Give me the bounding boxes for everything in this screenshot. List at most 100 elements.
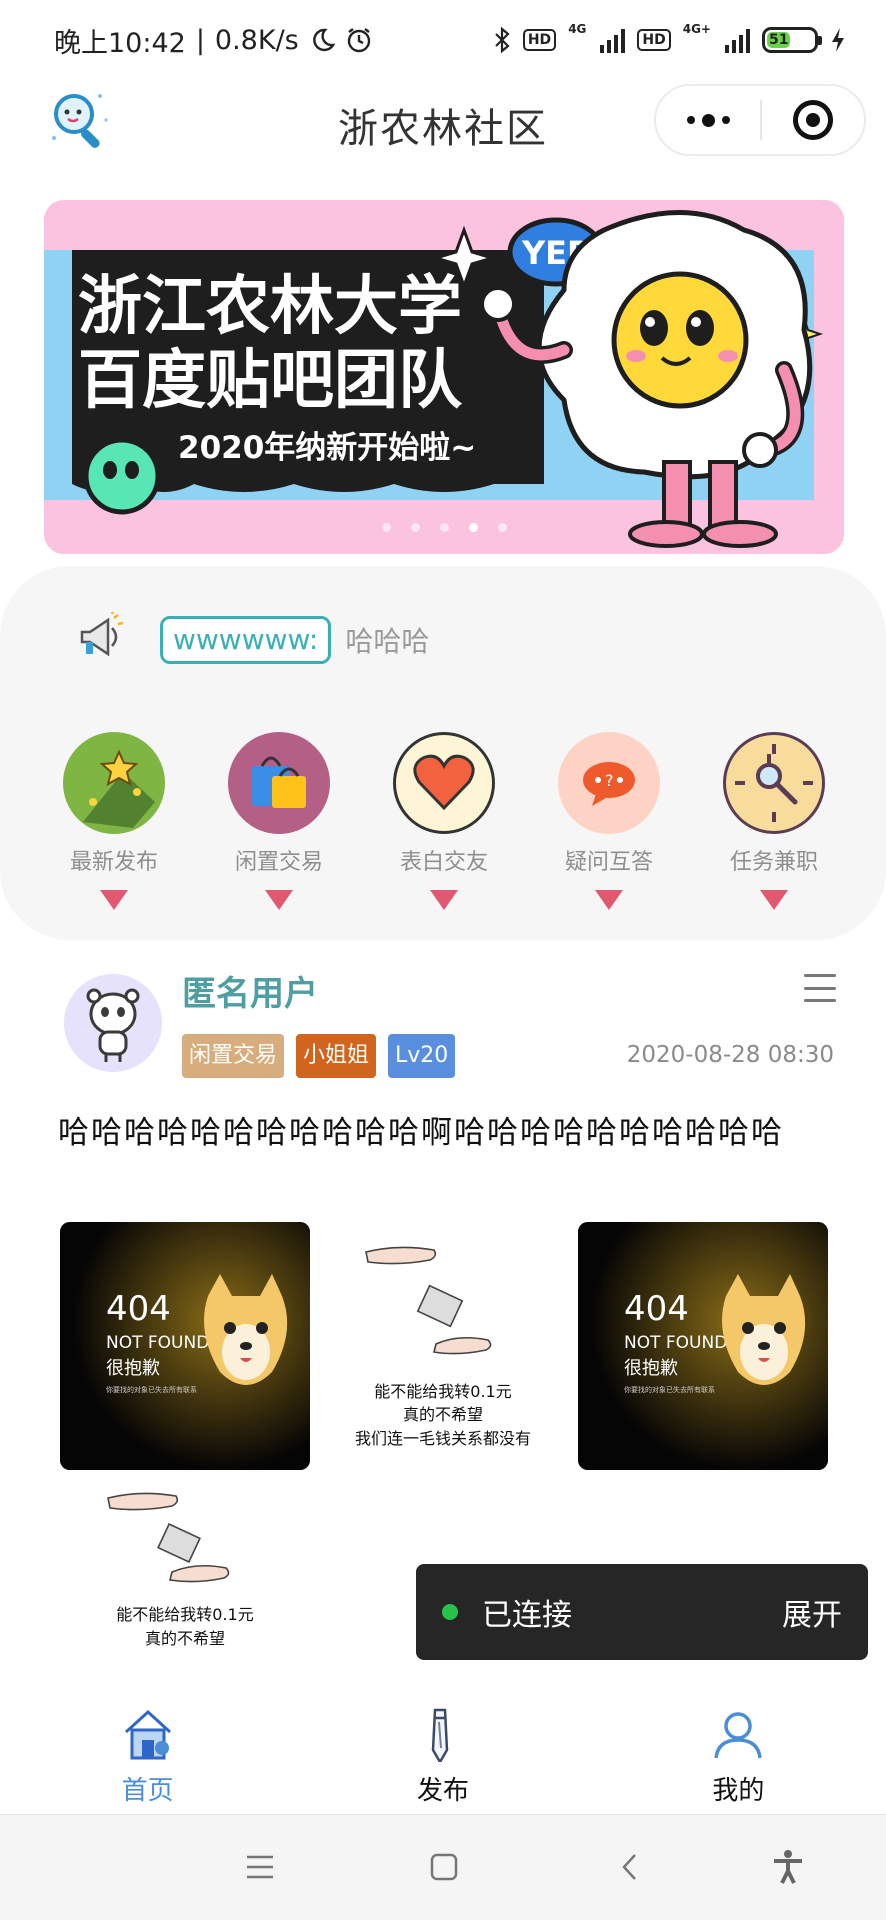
status-time: 晚上10:42 [54,27,186,59]
caret-down-icon [760,890,788,910]
carousel-dot[interactable] [497,523,507,532]
tag-title: 小姐姐 [296,1034,377,1078]
image-line1: 能不能给我转0.1元 [116,1605,253,1624]
battery-icon: 51 [762,27,822,53]
hd-badge: HD [522,29,557,51]
signal-icon-2 [725,27,750,53]
menu-nav-icon[interactable] [238,1845,282,1889]
network-speed: 0.8K/s [214,24,299,56]
category-label: 最新发布 [69,850,158,875]
battery-level: 51 [767,32,791,48]
image-title: 404 [624,1289,689,1329]
clock-magnifier-icon [723,732,825,834]
image-line2: 很抱歉 [106,1358,160,1379]
post-image-transfer[interactable]: 能不能给我转0.1元 真的不希望 我们连一毛钱关系都没有 [318,1222,568,1470]
avatar[interactable] [64,974,162,1072]
caret-down-icon [595,890,623,910]
post-image-404[interactable]: 404 NOT FOUND 很抱歉 你要找的对象已失去所有联系 [578,1222,828,1470]
category-qa[interactable]: ? 疑问互答 [539,732,679,910]
author-name[interactable]: 匿名用户 [182,966,318,1015]
signal-icon [600,27,626,53]
tab-mine[interactable]: 我的 [591,1694,886,1814]
image-line3: 你要找的对象已失去所有联系 [106,1385,197,1394]
category-latest[interactable]: 最新发布 [44,732,184,910]
image-line2: 真的不希望 [403,1405,483,1424]
category-secondhand[interactable]: 闲置交易 [209,732,349,910]
pencil-icon [415,1706,471,1766]
megaphone-icon [76,610,124,668]
post-tags: 闲置交易 小姐姐 Lv20 [182,1034,456,1078]
tab-label: 发布 [416,1776,469,1806]
shopping-bag-icon [228,732,330,834]
category-label: 任务兼职 [729,850,818,875]
network-type-1: 4G [568,22,587,36]
tab-home[interactable]: 首页 [0,1694,295,1814]
user-icon [710,1706,766,1766]
image-line1: NOT FOUND [624,1333,727,1353]
tag-level: Lv20 [388,1034,456,1078]
back-nav-icon[interactable] [608,1845,652,1889]
image-line3: 我们连一毛钱关系都没有 [355,1429,531,1448]
moon-icon [309,27,335,53]
image-line1: 能不能给我转0.1元 [374,1382,511,1401]
target-icon [792,100,833,140]
image-line2: 真的不希望 [145,1629,225,1648]
chat-bubble-icon: ? [558,732,660,834]
post-image-404[interactable]: 404 NOT FOUND 很抱歉 你要找的对象已失去所有联系 [60,1222,310,1470]
notice-tag: wwwwww: [160,616,332,664]
image-title: 404 [106,1289,171,1329]
category-panel: wwwwww: 哈哈哈 最新发布 闲置交易 表白交友 ? 疑问互答 任务兼职 [0,566,886,940]
accessibility-icon[interactable] [766,1845,810,1889]
category-jobs[interactable]: 任务兼职 [704,732,844,910]
carousel-dot[interactable] [381,523,391,532]
tab-label: 首页 [121,1776,174,1806]
category-label: 闲置交易 [234,850,323,875]
banner-carousel[interactable]: 浙江农林大学 百度贴吧团队 2020年纳新开始啦~ YEP [44,200,844,554]
expand-button[interactable]: 展开 [782,1590,842,1634]
category-label: 表白交友 [399,850,488,875]
heart-icon [393,732,495,834]
mini-program-capsule [654,84,866,156]
category-row: 最新发布 闲置交易 表白交友 ? 疑问互答 任务兼职 [44,732,844,910]
home-icon [120,1706,176,1766]
category-dating[interactable]: 表白交友 [374,732,514,910]
carousel-dot-active[interactable] [468,523,478,532]
status-dot [442,1604,458,1620]
tab-bar: 首页 发布 我的 [0,1694,886,1814]
home-nav-icon[interactable] [422,1845,466,1889]
close-button[interactable] [762,86,864,154]
notice-bar[interactable]: wwwwww: 哈哈哈 [76,610,429,670]
post-image-transfer[interactable]: 能不能给我转0.1元 真的不希望 [60,1478,310,1654]
notice-text: 哈哈哈 [345,625,430,658]
system-nav-bar [0,1814,886,1920]
banner-image: 浙江农林大学 百度贴吧团队 2020年纳新开始啦~ YEP [44,200,844,554]
shooting-star-icon [63,732,165,834]
image-line1: NOT FOUND [106,1333,209,1353]
image-line3: 你要找的对象已失去所有联系 [624,1385,715,1394]
carousel-dot[interactable] [439,523,449,532]
tab-label: 我的 [712,1776,765,1806]
charging-icon [830,27,846,53]
banner-line1: 浙江农林大学 [78,270,462,344]
post-time: 2020-08-28 08:30 [626,1042,834,1068]
more-button[interactable] [656,86,760,154]
alarm-icon [345,26,373,54]
caret-down-icon [100,890,128,910]
carousel-dot[interactable] [410,523,420,532]
banner-line2: 百度贴吧团队 [78,344,463,418]
tab-publish[interactable]: 发布 [295,1694,590,1814]
caret-down-icon [265,890,293,910]
network-type-2: 4G+ [682,22,711,36]
caret-down-icon [430,890,458,910]
hd-badge-2: HD [637,29,671,51]
banner-subtitle: 2020年纳新开始啦~ [178,430,476,466]
connection-status: 已连接 [482,1598,572,1633]
status-bar: 晚上10:42 | 0.8K/s HD 4G HD 4G+ 51 [0,0,886,80]
image-line2: 很抱歉 [624,1358,678,1379]
category-label: 疑问互答 [564,850,653,875]
post-content: 哈哈哈哈哈哈哈哈哈哈哈啊哈哈哈哈哈哈哈哈哈哈 [58,1115,784,1151]
bluetooth-icon [493,26,511,54]
tag-category: 闲置交易 [182,1034,285,1078]
menu-icon[interactable] [804,974,836,1002]
connection-toast: 已连接 展开 [416,1564,868,1660]
